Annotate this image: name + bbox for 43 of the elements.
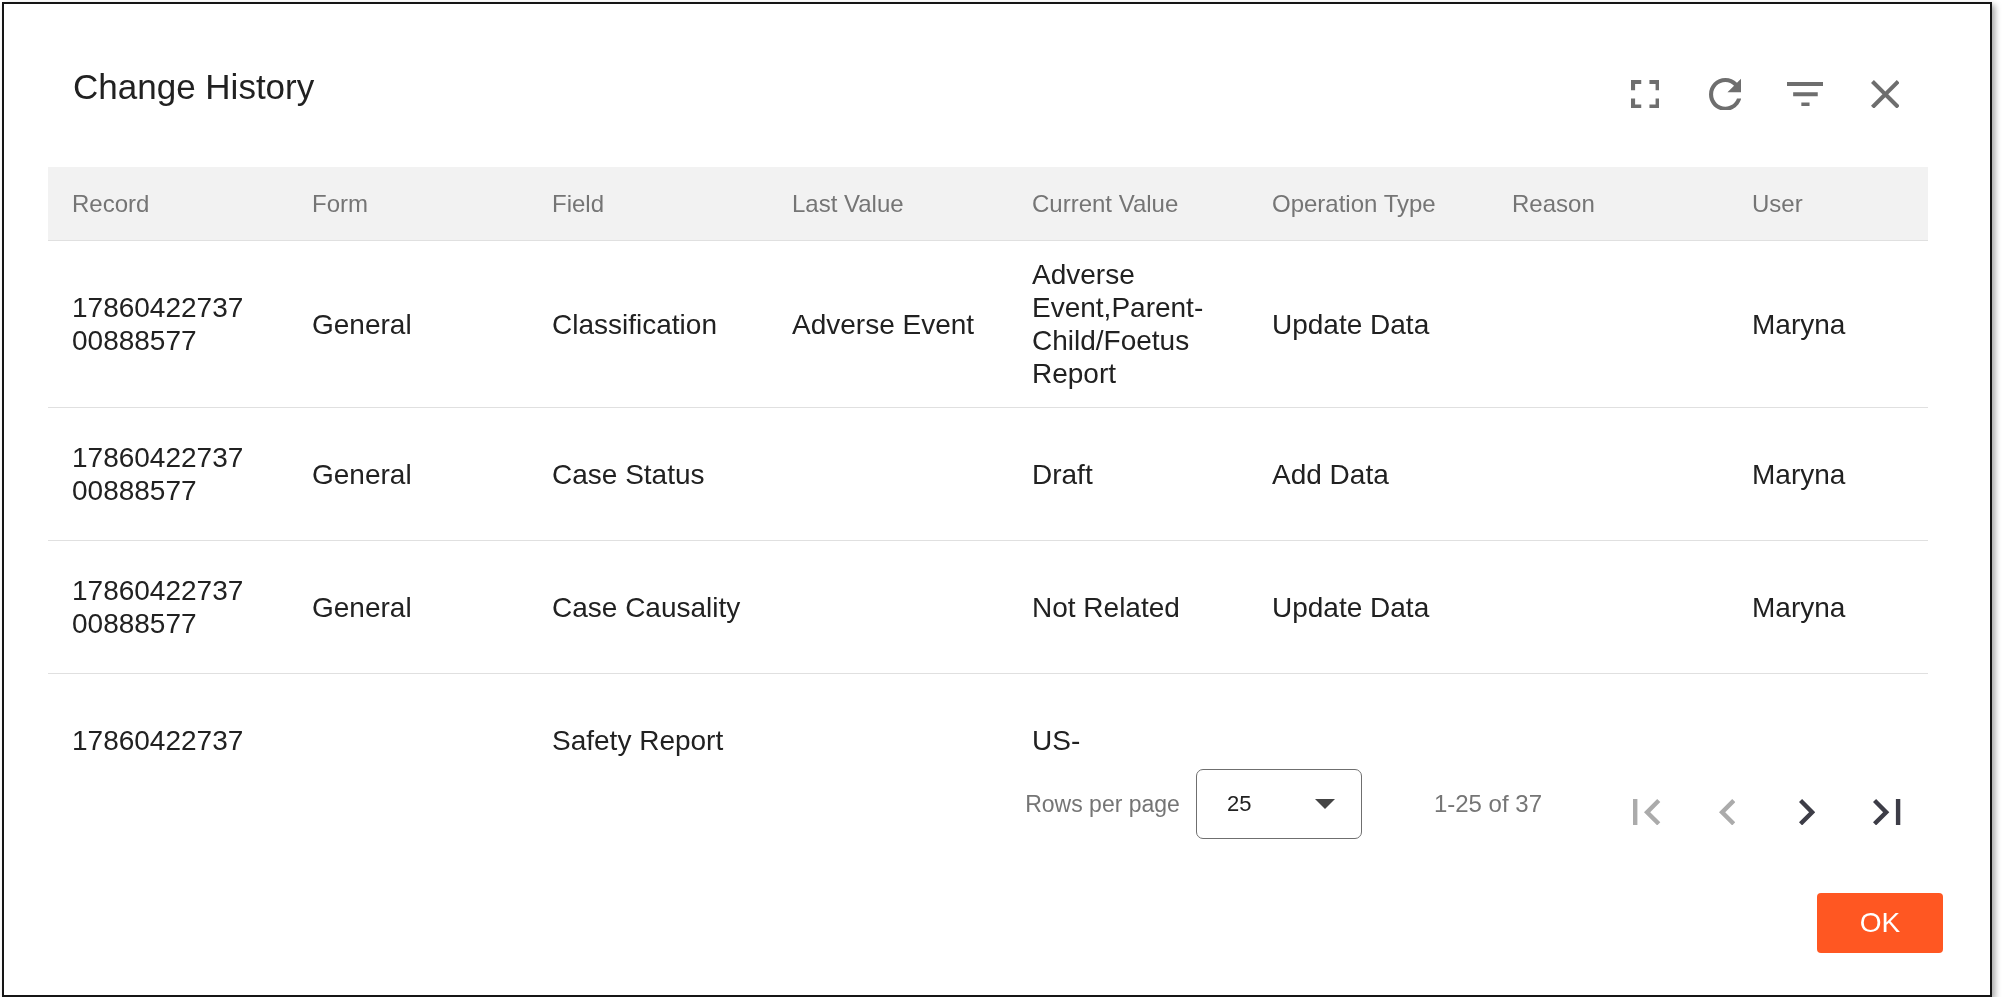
table-cell: Case Causality [552, 590, 741, 624]
column-header: User [1752, 189, 1803, 218]
filter-icon [1786, 81, 1824, 107]
table-cell: 17860422737 [72, 723, 244, 756]
column-header: Last Value [792, 189, 904, 218]
table-cell: Draft [1032, 457, 1093, 491]
table-cell: Safety Report [552, 723, 724, 756]
fullscreen-icon [1630, 79, 1660, 109]
rows-per-page-label: Rows per page [1025, 790, 1180, 818]
table-cell: Classification [552, 307, 717, 341]
column-header: Record [72, 189, 150, 218]
dialog-title: Change History [73, 67, 315, 107]
table-cell: US- [1032, 723, 1081, 756]
table-cell: Maryna [1752, 457, 1846, 491]
rows-per-page-select[interactable]: 25 [1195, 769, 1362, 839]
table-cell: Adverse Event [792, 307, 975, 341]
column-header: Operation Type [1272, 189, 1436, 218]
page-range: 1-25 of 37 [1433, 790, 1542, 818]
caret-icon [1314, 799, 1335, 809]
table-cell-text: 1786042273700888577 [72, 574, 245, 640]
column-header: Form [312, 189, 368, 218]
table-cell: General [312, 307, 412, 341]
close-icon [1870, 79, 1900, 109]
column-header: Field [552, 189, 605, 218]
previous-page-icon [1718, 798, 1736, 826]
table-cell: General [312, 590, 412, 624]
table-cell: Case Status [552, 457, 705, 491]
table-cell: General [312, 457, 412, 491]
first-page-icon [1633, 798, 1661, 826]
table-cell: Update Data [1272, 590, 1430, 624]
table-cell: Add Data [1272, 457, 1389, 491]
refresh-icon [1708, 77, 1742, 111]
table-cell: Maryna [1752, 307, 1846, 341]
column-header: Reason [1512, 189, 1595, 218]
next-page-icon [1798, 798, 1816, 826]
table-cell: Maryna [1752, 590, 1846, 624]
table-cell-text: 1786042273700888577 [72, 291, 245, 357]
table-cell-text: 1786042273700888577 [72, 441, 245, 507]
table-cell: Update Data [1272, 307, 1430, 341]
column-header: Current Value [1032, 189, 1179, 218]
table-cell: Not Related [1032, 590, 1180, 624]
last-page-icon [1873, 798, 1901, 826]
table-cell-text: Adverse Event,Parent-Child/Foetus Report [1032, 258, 1205, 390]
